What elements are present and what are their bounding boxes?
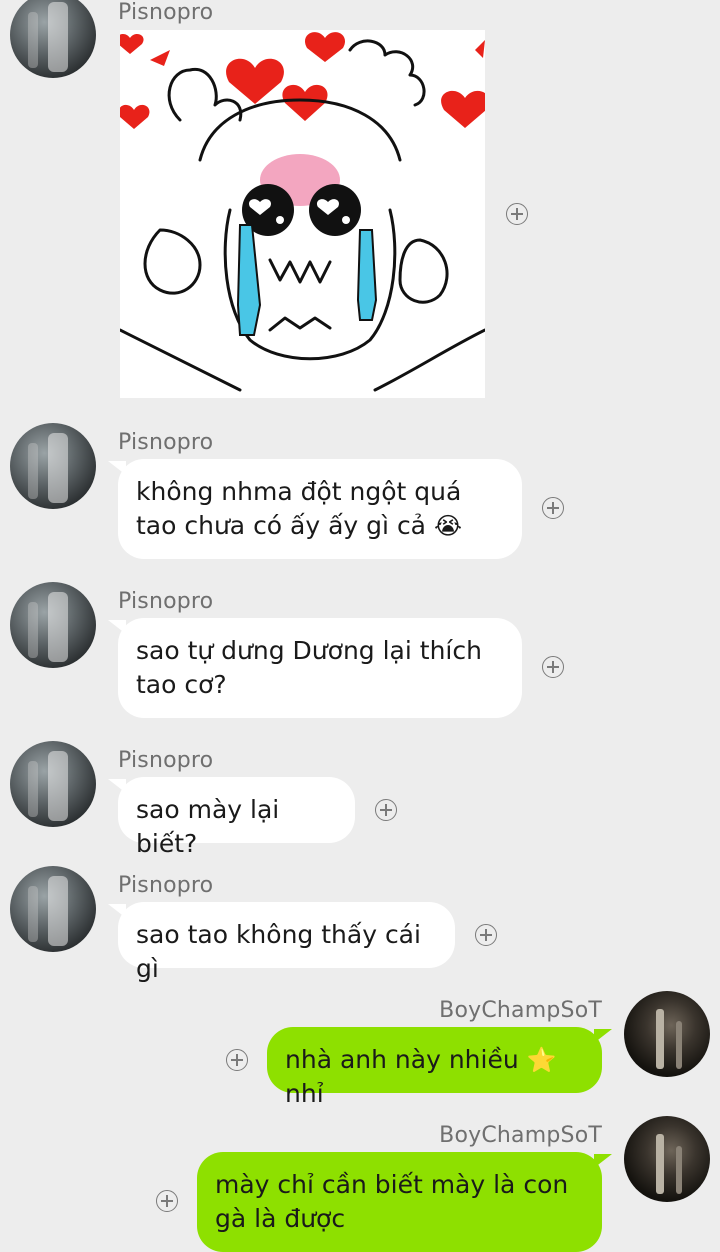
- message-bubble[interactable]: sao tao không thấy cái gì: [108, 902, 455, 983]
- star-emoji-icon: ⭐: [526, 1046, 557, 1074]
- react-button[interactable]: [542, 656, 564, 678]
- sender-name: Pisnopro: [118, 0, 214, 25]
- avatar-pisnopro[interactable]: [10, 866, 96, 952]
- message-bubble[interactable]: nhà anh này nhiều ⭐ nhỉ: [267, 1027, 612, 1108]
- sender-name: Pisnopro: [118, 748, 214, 773]
- message-text: sao tự dưng Dương lại thích tao cơ?: [136, 636, 482, 699]
- sender-name: BoyChampSoT: [439, 998, 602, 1023]
- sticker-image[interactable]: [120, 30, 485, 398]
- react-button[interactable]: [542, 497, 564, 519]
- sender-name: Pisnopro: [118, 873, 214, 898]
- message-bubble[interactable]: mày chỉ cần biết mày là con gà là được: [197, 1152, 612, 1252]
- react-button[interactable]: [156, 1190, 178, 1212]
- crying-face-emoji-icon: 😭: [433, 512, 463, 540]
- react-button[interactable]: [506, 203, 528, 225]
- message-text: sao mày lại biết?: [136, 795, 280, 858]
- message-text: không nhma đột ngột quá tao chưa có ấy ấ…: [136, 477, 462, 540]
- avatar-boychampsot[interactable]: [624, 991, 710, 1077]
- react-button[interactable]: [226, 1049, 248, 1071]
- avatar-boychampsot[interactable]: [624, 1116, 710, 1202]
- message-text: nhà anh này nhiều: [285, 1045, 519, 1074]
- react-button[interactable]: [375, 799, 397, 821]
- message-bubble[interactable]: sao tự dưng Dương lại thích tao cơ?: [108, 618, 522, 718]
- avatar-pisnopro[interactable]: [10, 0, 96, 78]
- message-text: mày chỉ cần biết mày là con gà là được: [215, 1170, 569, 1233]
- avatar-pisnopro[interactable]: [10, 741, 96, 827]
- message-bubble[interactable]: sao mày lại biết?: [108, 777, 355, 858]
- crying-cat-hearts-sticker-icon: [120, 32, 485, 392]
- message-bubble[interactable]: không nhma đột ngột quá tao chưa có ấy ấ…: [108, 459, 522, 559]
- avatar-pisnopro[interactable]: [10, 582, 96, 668]
- sender-name: Pisnopro: [118, 589, 214, 614]
- sender-name: BoyChampSoT: [439, 1123, 602, 1148]
- message-text: nhỉ: [285, 1079, 324, 1108]
- react-button[interactable]: [475, 924, 497, 946]
- avatar-pisnopro[interactable]: [10, 423, 96, 509]
- sender-name: Pisnopro: [118, 430, 214, 455]
- message-text: sao tao không thấy cái gì: [136, 920, 421, 983]
